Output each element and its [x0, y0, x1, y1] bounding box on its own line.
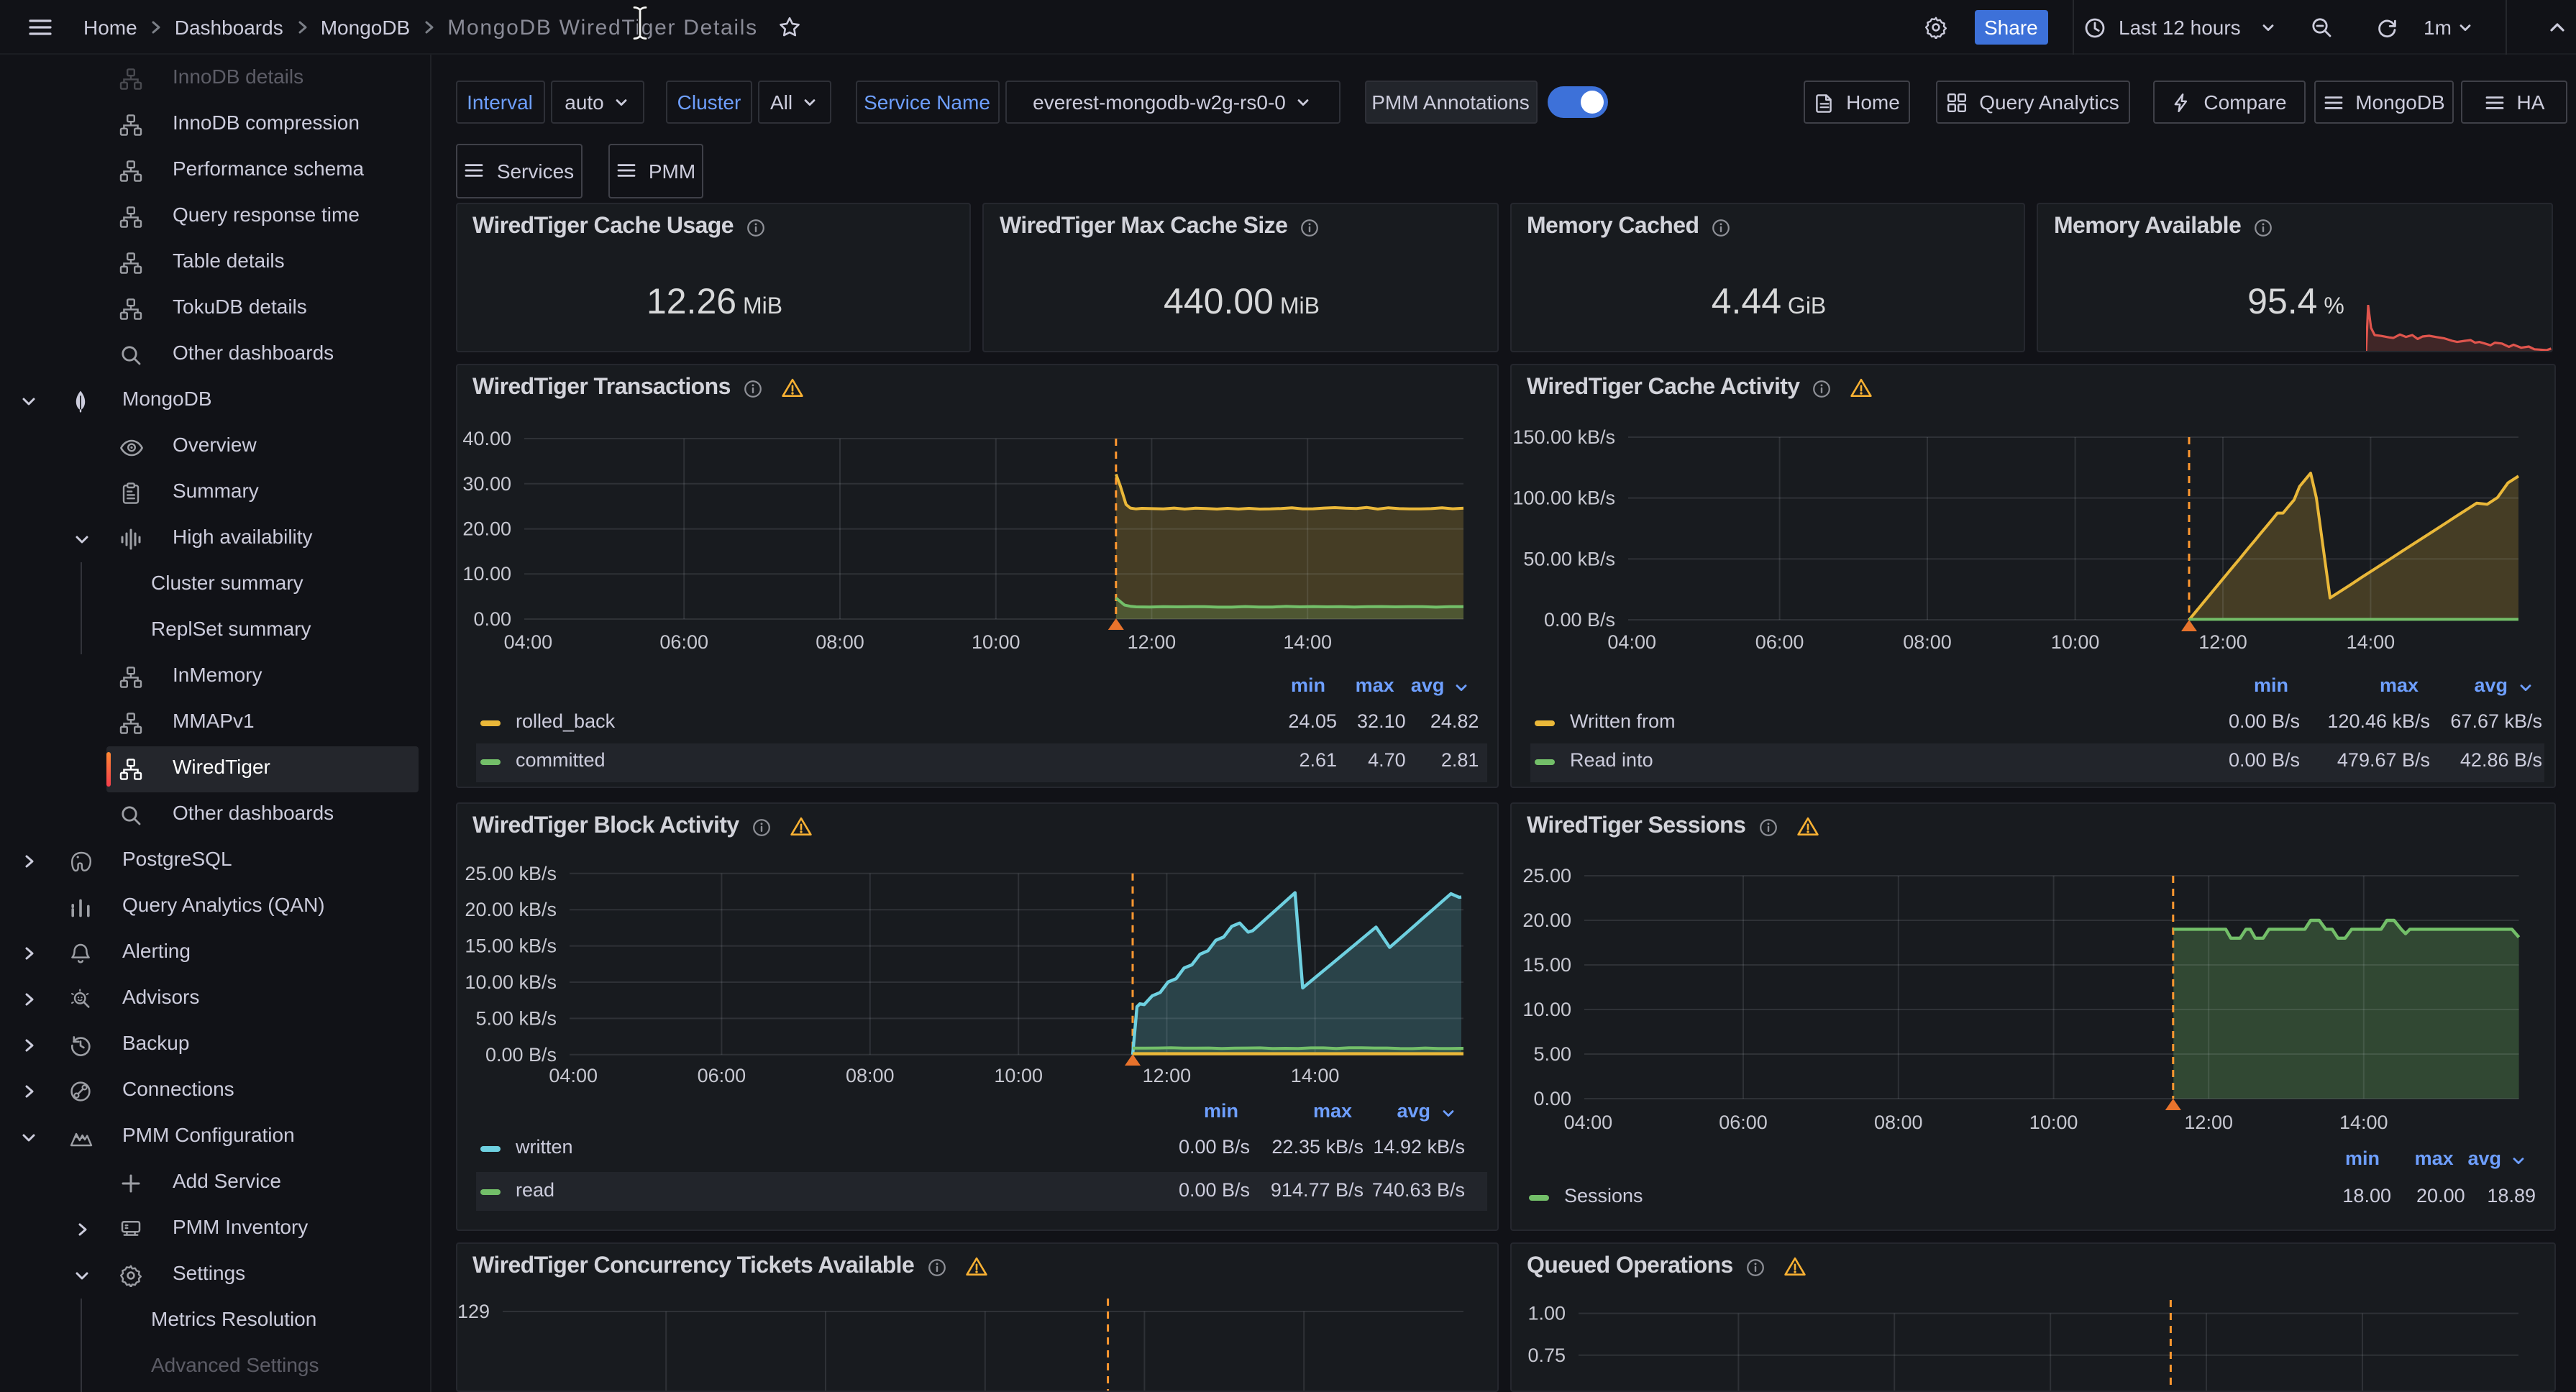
- svg-text:20.00: 20.00: [1522, 910, 1571, 931]
- svg-text:10:00: 10:00: [2029, 1112, 2078, 1133]
- svg-text:10:00: 10:00: [993, 1065, 1042, 1086]
- svg-text:06:00: 06:00: [697, 1065, 746, 1086]
- svg-text:50.00 kB/s: 50.00 kB/s: [1522, 548, 1614, 569]
- svg-text:5.00: 5.00: [1533, 1043, 1571, 1065]
- svg-text:04:00: 04:00: [548, 1065, 597, 1086]
- svg-text:0.00 B/s: 0.00 B/s: [1543, 609, 1614, 631]
- svg-text:08:00: 08:00: [815, 631, 864, 653]
- svg-text:129: 129: [457, 1301, 489, 1322]
- svg-text:04:00: 04:00: [503, 631, 552, 653]
- svg-text:10.00: 10.00: [462, 563, 511, 585]
- svg-text:06:00: 06:00: [1755, 631, 1804, 653]
- svg-text:30.00: 30.00: [462, 473, 511, 495]
- svg-text:15.00: 15.00: [1522, 954, 1571, 976]
- svg-text:25.00 kB/s: 25.00 kB/s: [464, 863, 556, 884]
- svg-text:0.00: 0.00: [1533, 1088, 1571, 1109]
- svg-text:12:00: 12:00: [2198, 631, 2247, 653]
- svg-text:04:00: 04:00: [1563, 1112, 1612, 1133]
- svg-text:06:00: 06:00: [659, 631, 708, 653]
- svg-text:12:00: 12:00: [1127, 631, 1176, 653]
- svg-text:12:00: 12:00: [1142, 1065, 1191, 1086]
- svg-text:15.00 kB/s: 15.00 kB/s: [464, 935, 556, 957]
- svg-text:100.00 kB/s: 100.00 kB/s: [1512, 487, 1614, 509]
- svg-text:10:00: 10:00: [971, 631, 1020, 653]
- svg-text:06:00: 06:00: [1718, 1112, 1767, 1133]
- svg-text:08:00: 08:00: [1902, 631, 1951, 653]
- svg-text:14:00: 14:00: [2339, 1112, 2388, 1133]
- svg-text:14:00: 14:00: [1290, 1065, 1339, 1086]
- svg-text:20.00: 20.00: [462, 518, 511, 540]
- svg-text:08:00: 08:00: [845, 1065, 894, 1086]
- svg-text:10:00: 10:00: [2050, 631, 2099, 653]
- svg-text:5.00 kB/s: 5.00 kB/s: [475, 1007, 556, 1029]
- svg-text:150.00 kB/s: 150.00 kB/s: [1512, 426, 1614, 448]
- svg-text:10.00: 10.00: [1522, 999, 1571, 1020]
- svg-text:1.00: 1.00: [1527, 1303, 1565, 1324]
- svg-text:08:00: 08:00: [1873, 1112, 1922, 1133]
- svg-text:04:00: 04:00: [1607, 631, 1655, 653]
- svg-text:20.00 kB/s: 20.00 kB/s: [464, 899, 556, 920]
- svg-text:14:00: 14:00: [1282, 631, 1331, 653]
- svg-text:0.00: 0.00: [472, 608, 511, 630]
- svg-text:12:00: 12:00: [2183, 1112, 2232, 1133]
- svg-text:0.75: 0.75: [1527, 1345, 1565, 1366]
- svg-text:25.00: 25.00: [1522, 865, 1571, 887]
- svg-text:40.00: 40.00: [462, 428, 511, 449]
- svg-text:10.00 kB/s: 10.00 kB/s: [464, 971, 556, 993]
- svg-text:0.00 B/s: 0.00 B/s: [485, 1044, 556, 1066]
- svg-text:14:00: 14:00: [2346, 631, 2395, 653]
